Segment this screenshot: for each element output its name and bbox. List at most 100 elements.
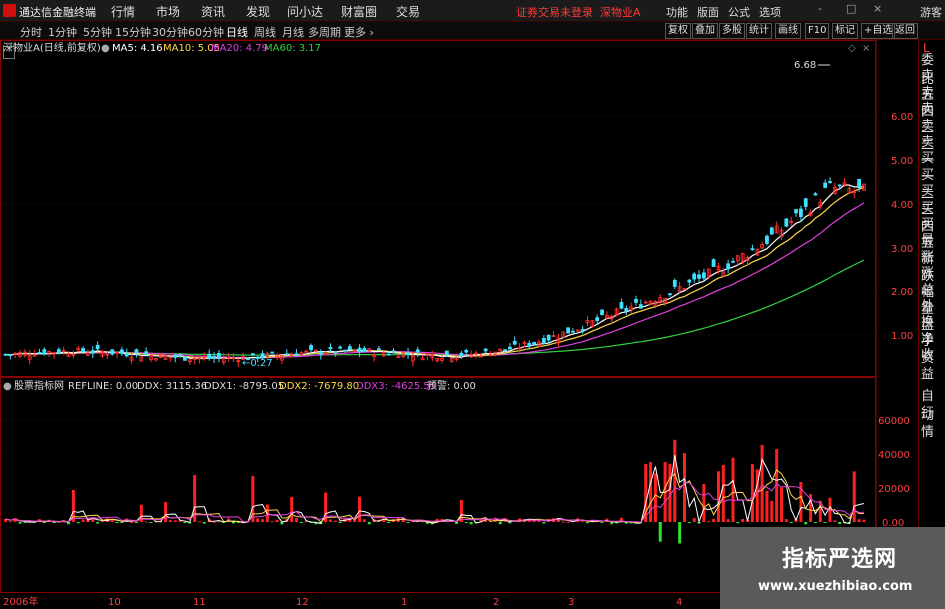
candle-body: [813, 193, 818, 196]
maximize-icon[interactable]: □: [846, 2, 856, 15]
ddx-bar: [168, 520, 172, 522]
period-1min[interactable]: 1分钟: [48, 24, 77, 40]
low-price-label: ←0.27: [242, 358, 273, 369]
period-monthly[interactable]: 月线: [282, 24, 304, 40]
ddx-bar: [561, 521, 565, 523]
ma10-path: [5, 187, 865, 360]
period-weekly[interactable]: 周线: [254, 24, 276, 40]
candle-body: [81, 348, 85, 353]
period-15min[interactable]: 15分钟: [115, 24, 151, 40]
candle-body: [294, 353, 299, 357]
date-label: 12: [296, 597, 309, 608]
period-5min[interactable]: 5分钟: [83, 24, 112, 40]
mark-button[interactable]: 标记: [832, 23, 858, 39]
indicator-tick: 60000: [878, 416, 910, 427]
candle-body: [687, 279, 692, 283]
add-watchlist-button[interactable]: +自选: [861, 23, 896, 39]
adjust-button[interactable]: 复权: [665, 23, 691, 39]
candle-body: [580, 328, 585, 331]
tool-function[interactable]: 功能: [666, 4, 688, 20]
quote-toggle[interactable]: 行情: [921, 402, 945, 440]
ddx-bar: [76, 522, 80, 524]
indicator-tick: 20000: [878, 484, 910, 495]
candle-body: [799, 208, 803, 218]
overlay-button[interactable]: 叠加: [692, 23, 718, 39]
close-panel-icon[interactable]: ×: [862, 43, 870, 54]
chevron-right-icon: ›: [369, 26, 374, 39]
tool-formula[interactable]: 公式: [728, 4, 750, 20]
close-icon[interactable]: ×: [873, 2, 882, 15]
candle-body: [769, 227, 774, 235]
ddx-bar: [164, 501, 168, 522]
multi-stock-button[interactable]: 多股: [719, 23, 745, 39]
period-daily[interactable]: 日线: [226, 24, 248, 40]
candlesticks: [3, 177, 866, 367]
candle-body: [459, 352, 464, 357]
menu-wealth-circle[interactable]: 财富圈: [341, 3, 377, 20]
ddx-bar: [804, 522, 808, 525]
settings-gear-icon[interactable]: ●: [3, 381, 12, 392]
ddx-bar: [81, 519, 85, 522]
ddx-bar: [721, 464, 725, 522]
back-button[interactable]: 返回: [892, 23, 918, 39]
candle-body: [483, 348, 488, 352]
settings-gear-icon[interactable]: ●: [101, 43, 110, 54]
ddx3-value: DDX3: -4625.55: [356, 381, 436, 392]
ddx-bar: [784, 519, 788, 522]
date-label: 1: [401, 597, 407, 608]
candle-body: [566, 327, 570, 334]
diamond-icon[interactable]: ◇: [848, 43, 856, 54]
watermark-overlay: 指标严选网 www.xuezhibiao.com: [720, 527, 945, 609]
candle-body: [95, 344, 100, 350]
price-axis: 6.00 5.00 4.00 3.00 2.00 1.00: [891, 112, 913, 342]
quote-field-earnings[interactable]: 收益: [921, 344, 945, 382]
menu-discover[interactable]: 发现: [246, 3, 270, 20]
candle-body: [857, 178, 861, 188]
tool-options[interactable]: 选项: [759, 4, 781, 20]
chart-area[interactable]: 深物业A(日线,前复权) ● MA5: 4.16 MA10: 5.05 MA20…: [0, 40, 918, 609]
candle-body: [541, 338, 546, 344]
ddx-bar: [338, 522, 342, 523]
ddx-bar: [198, 521, 201, 523]
tool-layout[interactable]: 版面: [697, 4, 719, 20]
login-notice[interactable]: 证券交易未登录 深物业A: [516, 4, 641, 20]
candle-body: [692, 273, 697, 280]
ddx-bar: [760, 444, 764, 522]
ddx-bar: [362, 519, 366, 522]
f10-button[interactable]: F10: [805, 23, 830, 39]
period-intraday[interactable]: 分时: [20, 24, 42, 40]
period-60min[interactable]: 60分钟: [188, 24, 224, 40]
period-30min[interactable]: 30分钟: [152, 24, 188, 40]
candle-body: [803, 198, 808, 207]
candle-body: [731, 260, 735, 263]
price-panel-frame: [0, 40, 876, 377]
period-more[interactable]: 更多 ›: [344, 24, 374, 40]
ddx-bar: [673, 439, 677, 522]
ddx-bar: [624, 522, 628, 524]
ddx-bar: [212, 521, 216, 523]
draw-line-button[interactable]: 画线: [775, 23, 801, 39]
menu-trade[interactable]: 交易: [396, 3, 420, 20]
ddx-bar: [542, 522, 546, 524]
ddx-bar: [280, 522, 284, 525]
period-multi[interactable]: 多周期: [308, 24, 341, 40]
candle-body: [8, 354, 13, 357]
candle-body: [318, 351, 323, 355]
candle-body: [216, 352, 221, 359]
candle-body: [711, 259, 716, 267]
statistics-button[interactable]: 统计: [746, 23, 772, 39]
ddx-bar: [261, 519, 265, 522]
date-label: 2: [493, 597, 499, 608]
menu-assistant[interactable]: 问小达: [287, 3, 323, 20]
menu-news[interactable]: 资讯: [201, 3, 225, 20]
candle-body: [600, 309, 604, 316]
app-logo-icon: [3, 4, 16, 17]
candle-body: [124, 352, 129, 357]
price-tick: 4.00: [891, 200, 913, 211]
guest-label[interactable]: 游客: [920, 4, 942, 20]
candle-body: [784, 218, 789, 227]
minimize-icon[interactable]: -: [818, 2, 822, 15]
menu-quotes[interactable]: 行情: [111, 3, 135, 20]
ddx-bar: [358, 496, 362, 522]
menu-market[interactable]: 市场: [156, 3, 180, 20]
